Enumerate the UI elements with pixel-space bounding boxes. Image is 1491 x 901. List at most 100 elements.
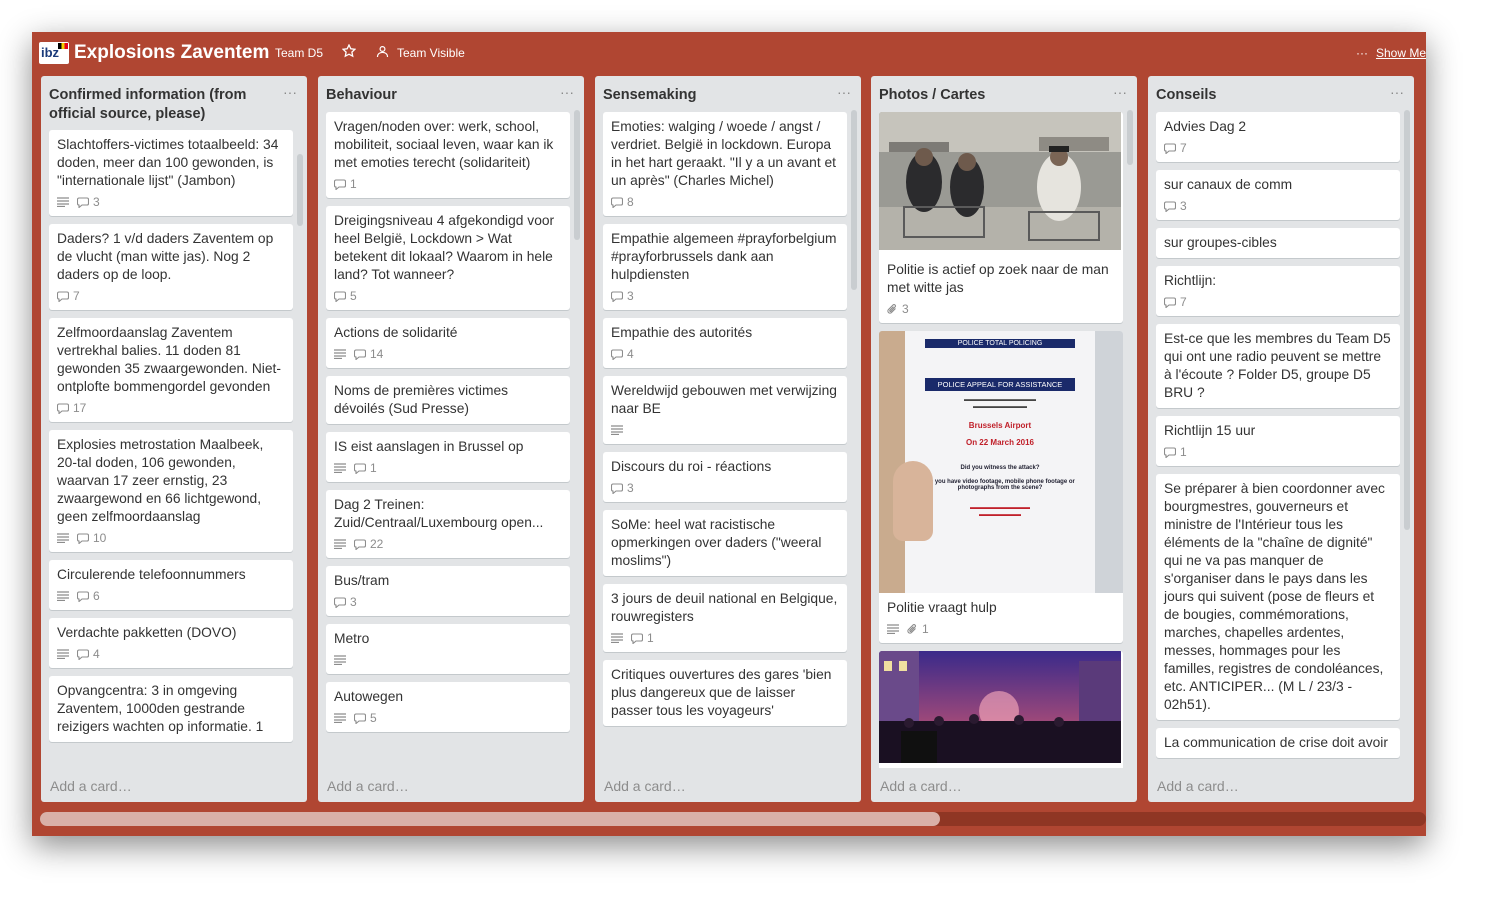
- add-card-button[interactable]: Add a card…: [327, 778, 409, 794]
- list-card[interactable]: Dreigingsniveau 4 afgekondigd voor heel …: [326, 206, 570, 310]
- list-card[interactable]: Slachtoffers-victimes totaalbeeld: 34 do…: [49, 130, 293, 216]
- description-icon: [611, 633, 623, 643]
- list-card[interactable]: sur canaux de comm 3: [1156, 170, 1400, 220]
- list-card[interactable]: sur groupes-cibles: [1156, 228, 1400, 258]
- list-card[interactable]: Richtlijn: 7: [1156, 266, 1400, 316]
- list-card[interactable]: Explosies metrostation Maalbeek, 20-tal …: [49, 430, 293, 552]
- comments-badge: 22: [354, 537, 383, 551]
- add-card-button[interactable]: Add a card…: [880, 778, 962, 794]
- list-card[interactable]: Politie is actief op zoek naar de man me…: [879, 112, 1123, 323]
- list-card[interactable]: Noms de premières victimes dévoilés (Sud…: [326, 376, 570, 424]
- list-menu-button[interactable]: ···: [560, 84, 574, 100]
- horizontal-scrollbar[interactable]: [40, 812, 1426, 826]
- list-card[interactable]: Dag 2 Treinen: Zuid/Centraal/Luxembourg …: [326, 490, 570, 558]
- description-icon: [57, 591, 69, 601]
- list-card[interactable]: Zelfmoordaanslag Zaventem vertrekhal bal…: [49, 318, 293, 422]
- card-title: Slachtoffers-victimes totaalbeeld: 34 do…: [57, 137, 279, 188]
- list-card[interactable]: Bus/tram 3: [326, 566, 570, 616]
- comment-icon: [1164, 200, 1176, 212]
- comments-badge: 3: [611, 289, 634, 303]
- description-icon: [887, 624, 899, 634]
- org-logo: ibz: [39, 42, 69, 64]
- list-card[interactable]: Empathie des autorités 4: [603, 318, 847, 368]
- list-card[interactable]: IS eist aanslagen in Brussel op 1: [326, 432, 570, 482]
- comments-badge: 1: [334, 177, 357, 191]
- list-title[interactable]: Sensemaking: [603, 86, 823, 105]
- list-card[interactable]: Daders? 1 v/d daders Zaventem op de vluc…: [49, 224, 293, 310]
- list-card[interactable]: POLICE TOTAL POLICING POLICE APPEAL FOR A…: [879, 331, 1123, 643]
- list-card[interactable]: SoMe: heel wat racistische opmerkingen o…: [603, 510, 847, 576]
- card-badges: 5: [334, 288, 562, 304]
- visibility-button[interactable]: Team Visible: [397, 46, 465, 60]
- card-title: Empathie algemeen #prayforbelgium #prayf…: [611, 231, 837, 282]
- card-list: Slachtoffers-victimes totaalbeeld: 34 do…: [49, 130, 293, 768]
- card-badges: 3: [611, 480, 839, 496]
- card-badges: 3: [57, 194, 285, 210]
- photo-airport-suspects[interactable]: [879, 112, 1123, 255]
- card-title: Empathie des autorités: [611, 325, 753, 340]
- list-title[interactable]: Behaviour: [326, 86, 546, 105]
- card-title: Noms de premières victimes dévoilés (Sud…: [334, 383, 509, 416]
- card-badges: 1: [334, 176, 562, 192]
- comments-badge: 14: [354, 347, 383, 361]
- comment-icon: [334, 178, 346, 190]
- show-menu-link[interactable]: ··· Show Me: [1356, 46, 1426, 60]
- list-card[interactable]: Verdachte pakketten (DOVO) 4: [49, 618, 293, 668]
- list-menu-button[interactable]: ···: [283, 84, 297, 100]
- photo-crowd-vigil[interactable]: [879, 651, 1123, 768]
- add-card-button[interactable]: Add a card…: [50, 778, 132, 794]
- list-card[interactable]: Discours du roi - réactions 3: [603, 452, 847, 502]
- list-card[interactable]: Metro: [326, 624, 570, 674]
- list-card[interactable]: Richtlijn 15 uur 1: [1156, 416, 1400, 466]
- photo-police-appeal-flyer[interactable]: POLICE TOTAL POLICING POLICE APPEAL FOR A…: [879, 331, 1123, 593]
- card-title: Bus/tram: [334, 573, 390, 588]
- list-card[interactable]: Critiques ouvertures des gares 'bien plu…: [603, 660, 847, 726]
- list-card[interactable]: Circulerende telefoonnummers 6: [49, 560, 293, 610]
- list-card[interactable]: Vragen/noden over: werk, school, mobilit…: [326, 112, 570, 198]
- list-card[interactable]: Est-ce que les membres du Team D5 qui on…: [1156, 324, 1400, 408]
- board-title[interactable]: Explosions Zaventem: [74, 42, 269, 64]
- team-visibility-icon[interactable]: [376, 45, 389, 58]
- list-card[interactable]: Advies Dag 2 7: [1156, 112, 1400, 162]
- list-card[interactable]: 3 jours de deuil national en Belgique, r…: [603, 584, 847, 652]
- list-menu-button[interactable]: ···: [1113, 84, 1127, 100]
- card-badges: 4: [611, 346, 839, 362]
- list-menu-button[interactable]: ···: [837, 84, 851, 100]
- list-card[interactable]: [879, 651, 1123, 768]
- card-title: Discours du roi - réactions: [611, 459, 772, 474]
- list-menu-button[interactable]: ···: [1390, 84, 1404, 100]
- comment-icon: [611, 290, 623, 302]
- comments-badge: 3: [77, 195, 100, 209]
- list-card[interactable]: Actions de solidarité 14: [326, 318, 570, 368]
- add-card-button[interactable]: Add a card…: [604, 778, 686, 794]
- comment-icon: [354, 538, 366, 550]
- comment-icon: [1164, 142, 1176, 154]
- list-card[interactable]: Autowegen 5: [326, 682, 570, 732]
- horizontal-scroll-thumb[interactable]: [40, 812, 940, 826]
- list-title[interactable]: Conseils: [1156, 86, 1376, 105]
- list-scrollbar[interactable]: [1127, 110, 1133, 165]
- card-title: Est-ce que les membres du Team D5 qui on…: [1164, 331, 1391, 400]
- list-scrollbar[interactable]: [574, 110, 580, 240]
- comment-icon: [77, 648, 89, 660]
- list-card[interactable]: Wereldwijd gebouwen met verwijzing naar …: [603, 376, 847, 444]
- list-scrollbar[interactable]: [851, 110, 857, 290]
- team-button[interactable]: Team D5: [275, 46, 323, 60]
- card-title: Autowegen: [334, 689, 404, 704]
- add-card-button[interactable]: Add a card…: [1157, 778, 1239, 794]
- comment-icon: [1164, 296, 1176, 308]
- list-scrollbar[interactable]: [297, 154, 303, 226]
- card-badges: 1: [334, 460, 562, 476]
- card-title: Zelfmoordaanslag Zaventem vertrekhal bal…: [57, 325, 281, 394]
- card-badges: 7: [1164, 294, 1392, 310]
- list-card[interactable]: Opvangcentra: 3 in omgeving Zaventem, 10…: [49, 676, 293, 742]
- star-icon[interactable]: [342, 44, 356, 58]
- list-card[interactable]: Empathie algemeen #prayforbelgium #prayf…: [603, 224, 847, 310]
- list-title[interactable]: Confirmed information (from official sou…: [49, 86, 269, 124]
- list-card[interactable]: Emoties: walging / woede / angst / verdr…: [603, 112, 847, 216]
- list-scrollbar[interactable]: [1404, 110, 1410, 530]
- list-card[interactable]: Se préparer à bien coordonner avec bourg…: [1156, 474, 1400, 720]
- list-title[interactable]: Photos / Cartes: [879, 86, 1099, 105]
- list-card[interactable]: La communication de crise doit avoir: [1156, 728, 1400, 758]
- card-title: Politie vraagt hulp: [887, 600, 997, 615]
